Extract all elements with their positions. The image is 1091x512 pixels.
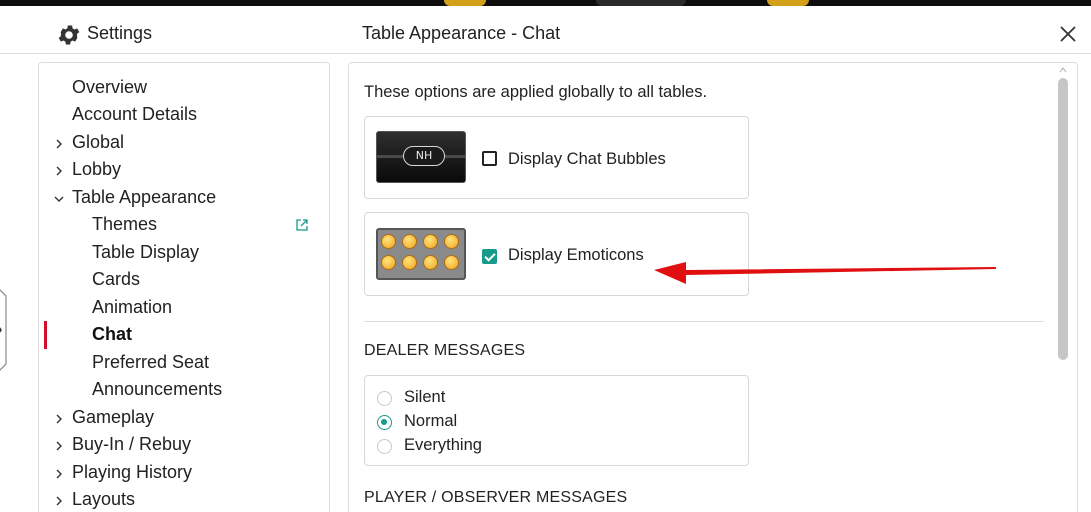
chevron-right-icon <box>56 414 62 424</box>
settings-title: Settings <box>87 23 153 43</box>
sidebar-item-chat[interactable]: Chat <box>92 324 132 345</box>
radio-silent-label[interactable]: Silent <box>404 388 445 407</box>
sidebar-item-global[interactable]: Global <box>72 132 124 153</box>
dialog-header: Settings Table Appearance - Chat <box>0 6 1091 54</box>
radio-normal[interactable] <box>377 415 392 430</box>
sidebar-item-themes[interactable]: Themes <box>92 214 157 235</box>
emoticon-icon <box>381 255 396 270</box>
external-link-icon[interactable] <box>295 218 309 232</box>
chevron-right-icon <box>56 139 62 149</box>
dealer-messages-options: Silent Normal Everything <box>364 375 749 466</box>
emoticon-icon <box>402 234 417 249</box>
section-divider <box>364 321 1044 322</box>
intro-text: These options are applied globally to al… <box>364 83 708 101</box>
sidebar-item-playing-history[interactable]: Playing History <box>72 462 192 483</box>
sidebar-item-table-display[interactable]: Table Display <box>92 242 199 263</box>
emoticon-icon <box>402 255 417 270</box>
chat-bubbles-label[interactable]: Display Chat Bubbles <box>508 150 666 169</box>
chevron-right-icon <box>56 496 62 506</box>
chat-bubbles-preview: NH <box>376 131 466 183</box>
emoticons-preview <box>376 228 466 280</box>
emoticons-checkbox[interactable] <box>482 249 497 264</box>
settings-sidebar: Overview Account Details Global Lobby Ta… <box>38 62 330 512</box>
sidebar-item-preferred-seat[interactable]: Preferred Seat <box>92 352 209 373</box>
sidebar-item-announcements[interactable]: Announcements <box>92 379 222 400</box>
annotation-arrow <box>654 262 996 284</box>
sidebar-item-animation[interactable]: Animation <box>92 297 172 318</box>
emoticon-icon <box>423 255 438 270</box>
emoticon-icon <box>444 234 459 249</box>
sidebar-item-cards[interactable]: Cards <box>92 269 140 290</box>
radio-normal-label[interactable]: Normal <box>404 412 457 431</box>
gear-icon <box>58 25 80 45</box>
chevron-down-icon <box>54 196 64 202</box>
radio-everything-label[interactable]: Everything <box>404 436 482 455</box>
expand-panel-icon[interactable] <box>0 278 18 382</box>
radio-silent[interactable] <box>377 391 392 406</box>
sidebar-item-overview[interactable]: Overview <box>72 77 147 98</box>
emoticons-label[interactable]: Display Emoticons <box>508 246 644 265</box>
sidebar-item-gameplay[interactable]: Gameplay <box>72 407 154 428</box>
emoticon-icon <box>423 234 438 249</box>
emoticon-icon <box>381 234 396 249</box>
radio-everything[interactable] <box>377 439 392 454</box>
chevron-right-icon <box>56 166 62 176</box>
chat-bubbles-option: NH Display Chat Bubbles <box>364 116 749 199</box>
dealer-messages-title: DEALER MESSAGES <box>364 342 526 359</box>
close-icon[interactable] <box>1056 22 1080 46</box>
active-indicator <box>44 321 47 349</box>
sidebar-item-account-details[interactable]: Account Details <box>72 104 197 125</box>
chevron-right-icon <box>56 441 62 451</box>
preview-badge: NH <box>403 146 445 166</box>
sidebar-item-table-appearance[interactable]: Table Appearance <box>72 187 216 208</box>
sidebar-item-lobby[interactable]: Lobby <box>72 159 121 180</box>
scrollbar-thumb[interactable] <box>1058 78 1068 360</box>
chat-bubbles-checkbox[interactable] <box>482 151 497 166</box>
scroll-up-icon[interactable] <box>1058 65 1068 75</box>
player-messages-title: PLAYER / OBSERVER MESSAGES <box>364 489 628 506</box>
sidebar-item-layouts[interactable]: Layouts <box>72 489 135 510</box>
emoticon-icon <box>444 255 459 270</box>
page-title: Table Appearance - Chat <box>362 23 561 43</box>
sidebar-item-buy-in-rebuy[interactable]: Buy-In / Rebuy <box>72 434 191 455</box>
chevron-right-icon <box>56 469 62 479</box>
